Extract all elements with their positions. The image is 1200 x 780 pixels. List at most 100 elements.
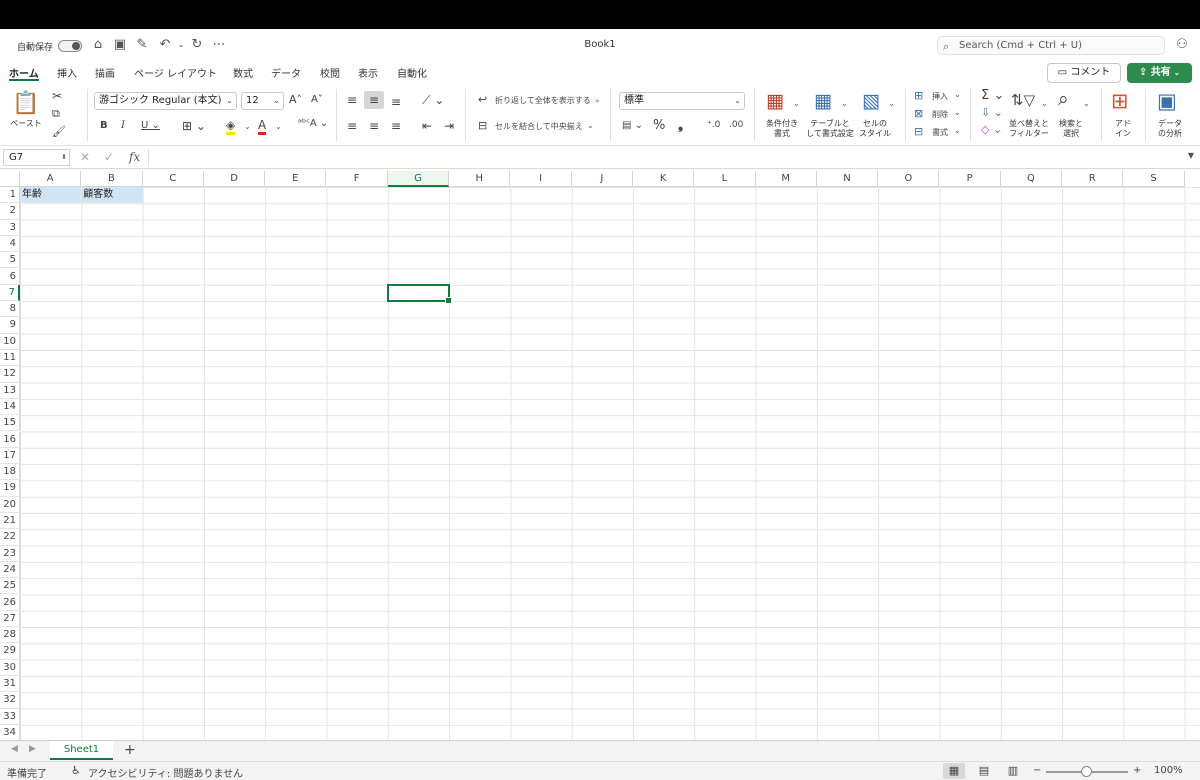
undo-dropdown-icon[interactable]: ⌄ — [173, 37, 189, 53]
font-size-select[interactable]: 12 ⌄ — [241, 92, 284, 110]
underline-icon[interactable]: U ⌄ — [141, 120, 160, 131]
orientation-icon[interactable]: ⟋ ⌄ — [422, 93, 444, 108]
format-as-table-icon[interactable]: ▦ — [814, 90, 832, 112]
next-sheet-icon[interactable]: ▶ — [29, 744, 36, 754]
wrap-text-label[interactable]: 折り返して全体を表示する — [495, 95, 591, 106]
comment-button[interactable]: ▭ コメント — [1047, 63, 1121, 83]
share-button[interactable]: ⇪ 共有 ⌄ — [1127, 63, 1192, 83]
currency-icon[interactable]: ▤ ⌄ — [622, 120, 643, 131]
sheet-tab-sheet1[interactable]: Sheet1 — [50, 741, 113, 760]
align-right-icon[interactable]: ≡ — [391, 119, 401, 133]
row-header[interactable]: 30 — [0, 659, 20, 676]
merge-icon[interactable]: ⊟ — [478, 119, 487, 132]
chevron-down-icon[interactable]: ⌄ — [244, 122, 251, 131]
delete-cells-label[interactable]: 削除 — [932, 109, 948, 120]
borders-icon[interactable]: ⊞ ⌄ — [182, 119, 206, 133]
tab-insert[interactable]: 挿入 — [57, 65, 77, 80]
cut-icon[interactable]: ✂ — [52, 89, 62, 103]
accessibility-icon[interactable]: ♿ — [71, 764, 81, 777]
decrease-decimal-icon[interactable]: .00 — [729, 120, 743, 130]
row-header[interactable]: 26 — [0, 594, 20, 611]
chevron-down-icon[interactable]: ⌄ — [954, 126, 961, 135]
autosave-toggle[interactable] — [58, 40, 82, 52]
row-header[interactable]: 28 — [0, 627, 20, 644]
bold-icon[interactable]: B — [100, 120, 108, 131]
tab-automate[interactable]: 自動化 — [397, 65, 427, 80]
column-header-n[interactable]: N — [816, 171, 879, 187]
save-icon[interactable]: ▣ — [112, 37, 128, 53]
row-header[interactable]: 24 — [0, 561, 20, 579]
format-painter-icon[interactable]: 🖌 — [52, 125, 66, 138]
zoom-out-icon[interactable]: − — [1033, 765, 1041, 776]
chevron-down-icon[interactable]: ⌄ — [1083, 99, 1090, 108]
percent-icon[interactable]: % — [653, 118, 665, 133]
align-center-icon[interactable]: ≡ — [369, 119, 379, 133]
row-header[interactable]: 2 — [0, 203, 20, 220]
align-left-icon[interactable]: ≡ — [347, 119, 357, 133]
home-icon[interactable]: ⌂ — [90, 37, 106, 53]
column-header-c[interactable]: C — [142, 171, 204, 187]
search-input[interactable]: ⌕ Search (Cmd + Ctrl + U) — [937, 36, 1165, 55]
merge-center-label[interactable]: セルを結合して中央揃え — [495, 121, 583, 132]
column-header-l[interactable]: L — [694, 171, 756, 187]
chevron-down-icon[interactable]: ⌄ — [954, 90, 961, 99]
tab-home[interactable]: ホーム — [9, 65, 39, 80]
chevron-down-icon[interactable]: ⌄ — [1041, 99, 1048, 108]
align-middle-icon[interactable]: ≡ — [364, 91, 384, 109]
increase-indent-icon[interactable]: ⇥ — [444, 119, 454, 133]
stepper-icon[interactable]: ⬍ — [61, 150, 67, 165]
row-header[interactable]: 13 — [0, 382, 20, 399]
cell-a1[interactable]: 年齢 — [20, 187, 82, 204]
fill-color-icon[interactable]: ◈ — [226, 118, 236, 135]
row-header[interactable]: 21 — [0, 513, 20, 530]
chevron-down-icon[interactable]: ⌄ — [594, 95, 601, 104]
format-as-table-label[interactable]: テーブルと して書式設定 — [804, 119, 856, 139]
row-header[interactable]: 18 — [0, 464, 20, 481]
spreadsheet-grid[interactable]: A B C D E F G H I J K L M N O P Q R S 1 2 3 4 5 6 7 8 9 10 11 12 13 14 15… — [0, 171, 1200, 740]
font-name-select[interactable]: 游ゴシック Regular (本文) ⌄ — [94, 92, 237, 110]
row-header[interactable]: 31 — [0, 676, 20, 693]
column-header-g[interactable]: G — [387, 171, 450, 187]
chevron-down-icon[interactable]: ⌄ — [841, 99, 848, 108]
name-box[interactable]: G7 ⬍ — [3, 149, 70, 166]
zoom-slider-handle[interactable] — [1081, 766, 1092, 777]
select-all-corner[interactable] — [0, 171, 20, 187]
analyze-data-label[interactable]: データ の分析 — [1152, 119, 1188, 139]
row-header[interactable]: 5 — [0, 252, 20, 269]
tab-formulas[interactable]: 数式 — [233, 65, 253, 80]
column-header-o[interactable]: O — [878, 171, 940, 187]
delete-cells-icon[interactable]: ⊠ — [914, 107, 923, 120]
chevron-down-icon[interactable]: ⌄ — [793, 99, 800, 108]
font-color-icon[interactable]: A — [258, 118, 267, 135]
row-header[interactable]: 27 — [0, 610, 20, 628]
redo-icon[interactable]: ↻ — [189, 37, 205, 53]
page-break-view-icon[interactable]: ▥ — [1002, 763, 1024, 779]
column-header-r[interactable]: R — [1062, 171, 1124, 187]
tab-review[interactable]: 校閲 — [320, 65, 340, 80]
row-header[interactable]: 15 — [0, 415, 20, 432]
more-icon[interactable]: ⋯ — [211, 37, 227, 53]
row-header[interactable]: 10 — [0, 333, 20, 350]
autosum-icon[interactable]: Σ ⌄ — [981, 88, 1004, 103]
row-header[interactable]: 1 — [0, 187, 20, 204]
addins-icon[interactable]: ⊞ — [1111, 89, 1129, 113]
edit-icon[interactable]: ✎ — [134, 37, 150, 53]
decrease-indent-icon[interactable]: ⇤ — [422, 119, 432, 133]
column-header-h[interactable]: H — [449, 171, 511, 187]
undo-icon[interactable]: ↶ — [157, 37, 173, 53]
conditional-format-label[interactable]: 条件付き 書式 — [760, 119, 804, 139]
chevron-down-icon[interactable]: ⌄ — [275, 122, 282, 131]
align-bottom-icon[interactable]: ≡ — [391, 95, 401, 109]
tab-data[interactable]: データ — [271, 65, 301, 80]
column-header-p[interactable]: P — [939, 171, 1001, 187]
column-header-d[interactable]: D — [203, 171, 266, 187]
insert-function-icon[interactable]: fx — [129, 150, 140, 164]
row-header[interactable]: 20 — [0, 496, 20, 513]
row-header[interactable]: 3 — [0, 219, 20, 236]
chevron-down-icon[interactable]: ⌄ — [587, 121, 594, 130]
format-cells-label[interactable]: 書式 — [932, 127, 948, 138]
prev-sheet-icon[interactable]: ◀ — [11, 744, 18, 754]
cell-styles-label[interactable]: セルの スタイル — [856, 119, 894, 139]
add-sheet-button[interactable]: + — [124, 742, 136, 758]
tab-draw[interactable]: 描画 — [95, 65, 115, 80]
